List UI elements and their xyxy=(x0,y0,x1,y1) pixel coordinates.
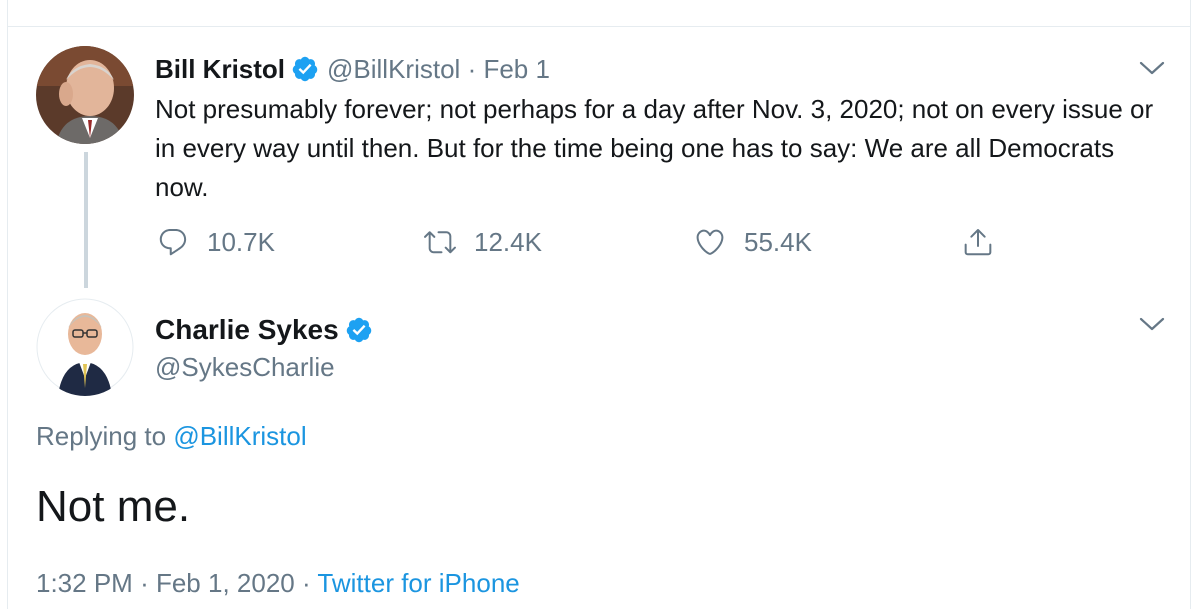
tweet2-author-name[interactable]: Charlie Sykes xyxy=(155,312,381,348)
reply-count: 10.7K xyxy=(207,226,275,257)
thread-connector-line xyxy=(84,152,88,288)
meta-separator-2: · xyxy=(301,568,311,598)
replying-to: Replying to @BillKristol xyxy=(36,418,307,454)
tweet2-date[interactable]: Feb 1, 2020 xyxy=(156,568,295,598)
tweet2-author-handle[interactable]: @SykesCharlie xyxy=(155,350,335,384)
tweet2-author-name-text: Charlie Sykes xyxy=(155,314,339,345)
tweet2-text: Not me. xyxy=(36,482,191,531)
like-count: 55.4K xyxy=(744,226,812,257)
chevron-down-icon[interactable] xyxy=(1139,316,1165,332)
like-button[interactable]: 55.4K xyxy=(694,222,812,262)
tweet1-author-name[interactable]: Bill Kristol xyxy=(155,54,285,84)
tweet2-meta: 1:32 PM · Feb 1, 2020 · Twitter for iPho… xyxy=(36,565,520,601)
chevron-down-icon[interactable] xyxy=(1139,60,1165,76)
retweet-button[interactable]: 12.4K xyxy=(424,222,542,262)
tweet1-header: Bill Kristol @BillKristol · Feb 1 xyxy=(155,52,550,86)
heart-icon xyxy=(696,229,724,255)
tweet1-text: Not presumably forever; not perhaps for … xyxy=(155,94,1154,202)
verified-badge-icon xyxy=(291,55,319,83)
share-icon xyxy=(964,229,992,256)
verified-badge-icon xyxy=(345,316,373,344)
tweet2-source-link[interactable]: Twitter for iPhone xyxy=(317,568,519,598)
replying-to-mention-link[interactable]: @BillKristol xyxy=(173,421,306,451)
frame-right-border xyxy=(1190,0,1191,609)
tweet1-separator: · xyxy=(467,54,477,84)
replying-to-label: Replying to xyxy=(36,421,167,451)
retweet-count: 12.4K xyxy=(474,226,542,257)
retweet-icon xyxy=(424,231,456,254)
tweet1-date[interactable]: Feb 1 xyxy=(483,54,550,84)
tweet2-time[interactable]: 1:32 PM xyxy=(36,568,133,598)
meta-separator: · xyxy=(140,568,149,598)
frame-left-border xyxy=(7,0,8,609)
reply-button[interactable]: 10.7K xyxy=(157,222,275,262)
share-button[interactable] xyxy=(962,222,1012,262)
reply-icon xyxy=(159,228,187,256)
tweet1-author-handle[interactable]: @BillKristol xyxy=(327,54,460,84)
avatar-bill-kristol[interactable] xyxy=(36,46,134,144)
avatar-charlie-sykes[interactable] xyxy=(36,298,134,396)
frame-top-border xyxy=(7,26,1191,27)
